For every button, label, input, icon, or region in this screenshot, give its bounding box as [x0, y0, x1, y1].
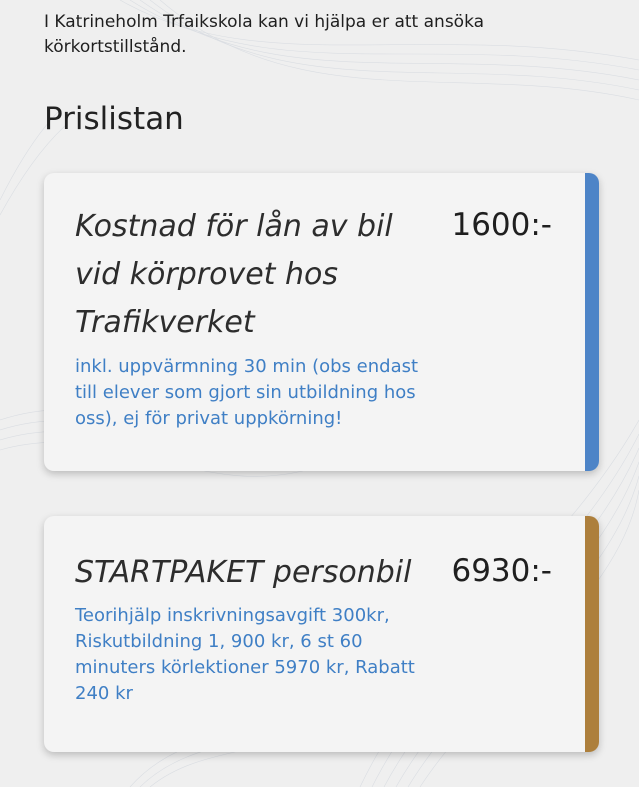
card-price: 1600:- [451, 207, 552, 243]
card-accent-bar [585, 516, 599, 752]
card-description: Teorihjälp inskrivningsavgift 300kr, Ris… [75, 605, 415, 704]
price-card: STARTPAKET personbil 6930:- Teorihjälp i… [44, 516, 599, 752]
card-title: STARTPAKET personbil [75, 555, 412, 590]
card-accent-bar [585, 173, 599, 471]
intro-text: I Katrineholm Trfaikskola kan vi hjälpa … [44, 12, 485, 57]
card-title: Kostnad för lån av bil vid körprovet hos… [75, 209, 393, 340]
section-title: Prislistan [44, 101, 184, 137]
card-price: 6930:- [451, 553, 552, 589]
card-description: inkl. uppvärmning 30 min (obs endast til… [75, 356, 419, 429]
price-card: Kostnad för lån av bil vid körprovet hos… [44, 173, 599, 471]
